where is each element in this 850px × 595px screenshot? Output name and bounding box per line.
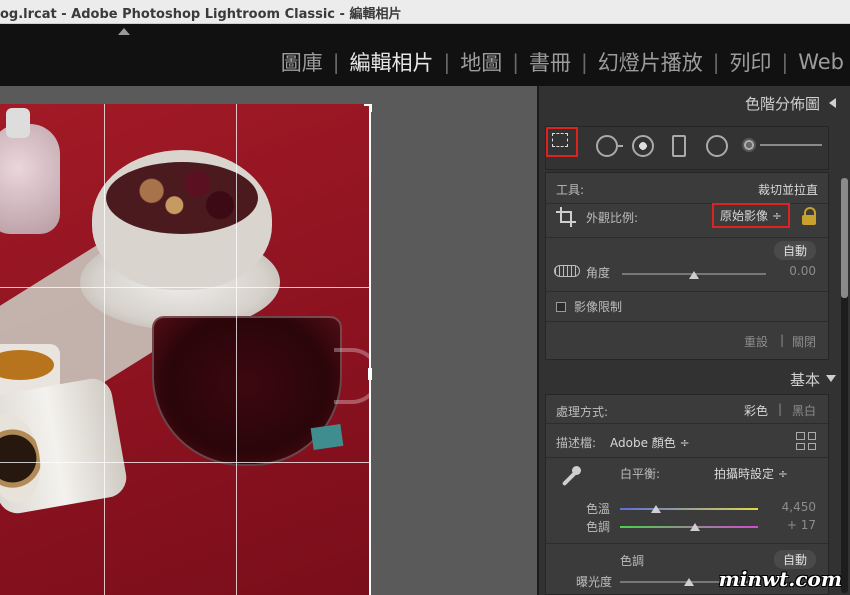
module-develop[interactable]: 編輯相片 xyxy=(349,47,433,77)
divider xyxy=(546,321,830,322)
temp-value[interactable]: 4,450 xyxy=(782,500,816,514)
temp-slider[interactable] xyxy=(620,508,758,510)
color-treatment-button[interactable]: 彩色 xyxy=(744,402,768,419)
constrain-checkbox[interactable] xyxy=(556,302,566,312)
photo-tea-can xyxy=(0,375,130,517)
module-map[interactable]: 地圖 xyxy=(460,47,502,77)
crop-grid-line xyxy=(0,287,370,288)
angle-slider-knob[interactable] xyxy=(689,271,699,279)
module-separator: | xyxy=(781,50,789,74)
module-separator: | xyxy=(332,50,340,74)
module-library[interactable]: 圖庫 xyxy=(281,47,323,77)
divider xyxy=(546,237,830,238)
white-balance-label: 白平衡: xyxy=(620,467,661,481)
treatment-separator: | xyxy=(778,402,783,416)
right-panel: 色階分佈圖 工具: 裁切並拉直 外觀比例: 原始影像 ÷ 自動 角度 0.00 … xyxy=(537,86,850,595)
lock-icon[interactable] xyxy=(802,207,816,225)
spot-removal-icon[interactable] xyxy=(596,135,623,157)
aspect-label: 外觀比例: xyxy=(586,211,639,225)
photo-canvas[interactable] xyxy=(0,104,370,595)
crop-icon[interactable] xyxy=(556,207,576,227)
basic-panel: 處理方式: 彩色 | 黑白 描述檔: Adobe 顏色 ÷ 白平衡: 拍攝時設定… xyxy=(545,394,830,595)
brush-slider[interactable] xyxy=(760,144,822,146)
red-eye-icon[interactable] xyxy=(632,135,654,157)
profile-browser-icon[interactable] xyxy=(796,432,816,450)
tool-strip xyxy=(545,126,829,170)
module-picker: 圖庫 | 編輯相片 | 地圖 | 書冊 | 幻燈片播放 | 列印 | Web xyxy=(0,24,850,86)
close-button[interactable]: 關閉 xyxy=(792,333,816,350)
photo-tea-tag xyxy=(310,424,344,450)
window-titlebar: og.lrcat - Adobe Photoshop Lightroom Cla… xyxy=(0,0,850,24)
basic-panel-header[interactable]: 基本 xyxy=(790,369,820,390)
crop-frame-edge[interactable] xyxy=(369,104,371,595)
window-title: og.lrcat - Adobe Photoshop Lightroom Cla… xyxy=(0,7,402,22)
divider xyxy=(546,291,830,292)
module-slideshow[interactable]: 幻燈片播放 xyxy=(598,47,703,77)
image-workspace xyxy=(0,86,537,595)
crop-overlay-tool-icon[interactable] xyxy=(546,127,578,157)
button-separator: | xyxy=(780,333,785,347)
temp-label: 色溫 xyxy=(586,502,611,516)
divider xyxy=(546,423,830,424)
collapse-arrow-icon[interactable] xyxy=(829,98,836,108)
module-separator: | xyxy=(512,50,519,74)
module-separator: | xyxy=(443,50,451,74)
photo-snack-bowl xyxy=(92,150,272,290)
module-list: 圖庫 | 編輯相片 | 地圖 | 書冊 | 幻燈片播放 | 列印 | Web xyxy=(281,48,844,76)
constrain-label: 影像限制 xyxy=(574,300,623,314)
temp-slider-knob[interactable] xyxy=(650,505,661,513)
photo-vase xyxy=(0,108,60,234)
adjustment-brush-icon[interactable] xyxy=(742,138,756,152)
profile-select[interactable]: Adobe 顏色 ÷ xyxy=(610,434,690,451)
panel-scrollbar-thumb[interactable] xyxy=(841,178,848,298)
histogram-header[interactable]: 色階分佈圖 xyxy=(745,93,820,114)
crop-options-panel: 工具: 裁切並拉直 外觀比例: 原始影像 ÷ 自動 角度 0.00 影像限制 重… xyxy=(545,172,830,360)
tint-label: 色調 xyxy=(586,520,611,534)
radial-filter-icon[interactable] xyxy=(706,135,728,157)
eyedropper-icon[interactable] xyxy=(558,465,582,489)
bw-treatment-button[interactable]: 黑白 xyxy=(792,402,816,419)
exposure-slider-knob[interactable] xyxy=(684,578,694,586)
crop-grid-line xyxy=(236,104,237,595)
crop-grid-line xyxy=(0,462,370,463)
module-print[interactable]: 列印 xyxy=(729,47,771,77)
crop-side-handle[interactable] xyxy=(368,368,372,380)
expand-arrow-icon[interactable] xyxy=(826,375,836,382)
tone-label: 色調 xyxy=(620,554,645,568)
aspect-ratio-select[interactable]: 原始影像 ÷ xyxy=(712,203,790,228)
divider xyxy=(546,457,830,458)
straighten-ruler-icon[interactable] xyxy=(554,265,580,277)
exposure-label: 曝光度 xyxy=(576,575,613,589)
crop-grid-line xyxy=(104,104,105,595)
collapse-top-panel-icon[interactable] xyxy=(118,28,130,35)
tint-slider-knob[interactable] xyxy=(689,523,700,531)
treatment-label: 處理方式: xyxy=(556,405,609,419)
crop-corner-handle[interactable] xyxy=(364,104,372,112)
watermark: minwt.com xyxy=(718,567,842,591)
module-separator: | xyxy=(712,50,720,74)
module-web[interactable]: Web xyxy=(798,50,844,74)
module-book[interactable]: 書冊 xyxy=(529,47,571,77)
reset-button[interactable]: 重設 xyxy=(744,333,768,350)
tool-label: 工具: xyxy=(556,183,585,197)
divider xyxy=(546,543,830,544)
module-separator: | xyxy=(580,50,588,74)
graduated-filter-icon[interactable] xyxy=(672,135,686,157)
angle-label: 角度 xyxy=(586,266,611,280)
auto-straighten-button[interactable]: 自動 xyxy=(773,241,816,260)
angle-value[interactable]: 0.00 xyxy=(789,264,816,278)
tool-value: 裁切並拉直 xyxy=(757,183,818,197)
white-balance-select[interactable]: 拍攝時設定 ÷ xyxy=(714,465,788,482)
tint-value[interactable]: + 17 xyxy=(787,518,816,532)
profile-label: 描述檔: xyxy=(556,436,597,450)
